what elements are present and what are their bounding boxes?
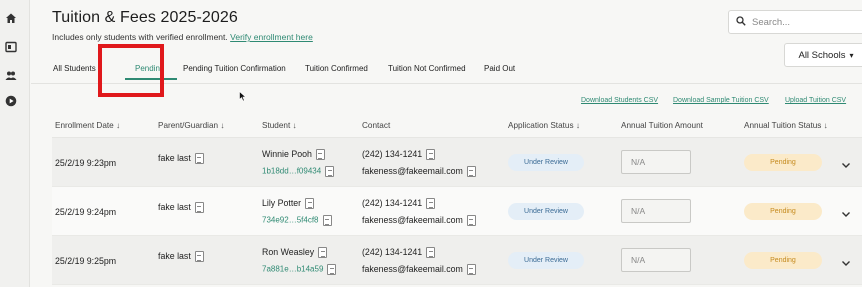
contact-email: fakeness@fakeemail.com: [362, 166, 476, 178]
download-students-csv-link[interactable]: Download Students CSV: [581, 97, 658, 104]
student-id-text[interactable]: 1b18dd…f09434: [262, 167, 321, 176]
tuition-amount-input[interactable]: N/A: [621, 248, 691, 272]
header-parent-guardian[interactable]: Parent/Guardian ↓: [158, 121, 224, 130]
student-name: Winnie Pooh: [262, 149, 325, 161]
enrollment-date: 25/2/19 9:23pm: [55, 158, 117, 168]
application-status-badge: Under Review: [508, 252, 584, 269]
document-icon[interactable]: [466, 264, 476, 276]
side-rail: [0, 0, 30, 287]
contact-email: fakeness@fakeemail.com: [362, 264, 476, 276]
search-icon: [736, 13, 746, 31]
contact-phone: (242) 134-1241: [362, 247, 436, 259]
contact-phone: (242) 134-1241: [362, 149, 436, 161]
people-icon[interactable]: [4, 68, 18, 82]
phone-text: (242) 134-1241: [362, 198, 423, 208]
email-text: fakeness@fakeemail.com: [362, 215, 463, 225]
header-application-status[interactable]: Application Status ↓: [508, 121, 580, 130]
student-id: 7a881e…b14a59: [262, 264, 337, 275]
contact-phone: (242) 134-1241: [362, 198, 436, 210]
parent-name-text: fake last: [158, 202, 191, 212]
student-id: 1b18dd…f09434: [262, 166, 335, 177]
document-icon[interactable]: [322, 215, 332, 226]
document-icon[interactable]: [325, 166, 335, 177]
document-icon[interactable]: [194, 251, 204, 263]
parent-name: fake last: [158, 202, 204, 214]
status-tabs: All Students Pending Pending Tuition Con…: [52, 58, 862, 84]
application-status-badge: Under Review: [508, 203, 584, 220]
play-icon[interactable]: [4, 94, 18, 108]
document-icon[interactable]: [194, 153, 204, 165]
home-icon[interactable]: [4, 11, 18, 25]
document-icon[interactable]: [426, 247, 436, 259]
email-text: fakeness@fakeemail.com: [362, 166, 463, 176]
tab-all-students[interactable]: All Students: [53, 64, 96, 73]
table-header: Enrollment Date ↓ Parent/Guardian ↓ Stud…: [52, 114, 862, 138]
page-title: Tuition & Fees 2025-2026: [52, 9, 238, 26]
document-icon[interactable]: [327, 264, 337, 275]
mouse-cursor-icon: [239, 89, 247, 107]
student-id-text[interactable]: 7a881e…b14a59: [262, 265, 323, 274]
tab-tuition-not-confirmed[interactable]: Tuition Not Confirmed: [388, 64, 466, 73]
document-icon[interactable]: [466, 166, 476, 178]
tab-tuition-confirmed[interactable]: Tuition Confirmed: [305, 64, 368, 73]
document-icon[interactable]: [194, 202, 204, 214]
verify-enrollment-link[interactable]: Verify enrollment here: [230, 32, 313, 42]
main-content: Tuition & Fees 2025-2026 Includes only s…: [31, 0, 862, 287]
document-icon[interactable]: [318, 247, 328, 259]
tab-pending-tuition-confirmation[interactable]: Pending Tuition Confirmation: [183, 64, 286, 73]
header-annual-tuition-status[interactable]: Annual Tuition Status ↓: [744, 121, 828, 130]
header-enrollment-date[interactable]: Enrollment Date ↓: [55, 121, 120, 130]
header-contact: Contact: [362, 121, 391, 130]
document-icon[interactable]: [466, 215, 476, 227]
subtitle-text: Includes only students with verified enr…: [52, 32, 228, 42]
contact-email: fakeness@fakeemail.com: [362, 215, 476, 227]
chevron-down-icon[interactable]: [841, 255, 851, 266]
page-subtitle: Includes only students with verified enr…: [52, 32, 313, 42]
tab-paid-out[interactable]: Paid Out: [484, 64, 515, 73]
student-id-text[interactable]: 734e92…5f4cf8: [262, 216, 319, 225]
tuition-amount-input[interactable]: N/A: [621, 199, 691, 223]
tuition-status-badge: Pending: [744, 203, 822, 220]
tuition-status-badge: Pending: [744, 252, 822, 269]
student-name: Lily Potter: [262, 198, 315, 210]
document-icon[interactable]: [305, 198, 315, 210]
tuition-status-badge: Pending: [744, 154, 822, 171]
student-name-text: Lily Potter: [262, 198, 302, 208]
students-table: Enrollment Date ↓ Parent/Guardian ↓ Stud…: [52, 114, 862, 285]
download-sample-tuition-csv-link[interactable]: Download Sample Tuition CSV: [673, 97, 769, 104]
header-student[interactable]: Student ↓: [262, 121, 297, 130]
header-annual-tuition-amount: Annual Tuition Amount: [621, 121, 703, 130]
parent-name-text: fake last: [158, 251, 191, 261]
document-icon[interactable]: [426, 198, 436, 210]
search-input[interactable]: [752, 16, 852, 28]
chevron-down-icon[interactable]: [841, 206, 851, 217]
tuition-amount-input[interactable]: N/A: [621, 150, 691, 174]
document-icon[interactable]: [315, 149, 325, 161]
table-row[interactable]: 25/2/19 9:25pm fake last Ron Weasley 7a8…: [52, 236, 862, 285]
table-row[interactable]: 25/2/19 9:23pm fake last Winnie Pooh 1b1…: [52, 138, 862, 187]
student-name-text: Winnie Pooh: [262, 149, 312, 159]
phone-text: (242) 134-1241: [362, 247, 423, 257]
enrollment-date: 25/2/19 9:25pm: [55, 256, 117, 266]
student-name: Ron Weasley: [262, 247, 328, 259]
parent-name-text: fake last: [158, 153, 191, 163]
application-status-badge: Under Review: [508, 154, 584, 171]
email-text: fakeness@fakeemail.com: [362, 264, 463, 274]
highlight-box: [98, 44, 164, 97]
student-name-text: Ron Weasley: [262, 247, 315, 257]
document-icon[interactable]: [426, 149, 436, 161]
chevron-down-icon[interactable]: [841, 157, 851, 168]
search-box[interactable]: [728, 10, 862, 34]
parent-name: fake last: [158, 251, 204, 263]
upload-tuition-csv-link[interactable]: Upload Tuition CSV: [785, 97, 846, 104]
enrollment-date: 25/2/19 9:24pm: [55, 207, 117, 217]
student-id: 734e92…5f4cf8: [262, 215, 332, 226]
dashboard-icon[interactable]: [4, 40, 18, 54]
phone-text: (242) 134-1241: [362, 149, 423, 159]
parent-name: fake last: [158, 153, 204, 165]
table-row[interactable]: 25/2/19 9:24pm fake last Lily Potter 734…: [52, 187, 862, 236]
